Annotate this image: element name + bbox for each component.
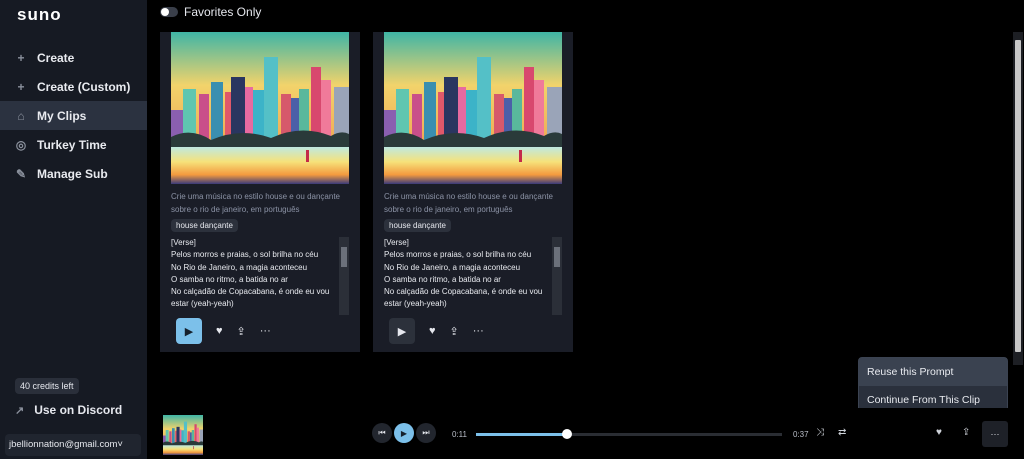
sidebar-item-create[interactable]: + Create [0, 43, 147, 72]
sidebar: suno + Create + Create (Custom) ⌂ My Clips … [0, 0, 147, 459]
sidebar-item-manage-sub[interactable]: ✎ Manage Sub [0, 159, 147, 188]
lyric-line: Pelos morros e praias, o sol brilha no c… [384, 250, 532, 260]
lyrics-box[interactable]: [Verse] Pelos morros e praias, o sol bril… [171, 237, 349, 315]
discord-link[interactable]: ↗ Use on Discord [15, 403, 122, 417]
account-dropdown[interactable]: jbellionnation@gmail.com˅ [5, 434, 141, 456]
lyric-line: [Verse] [171, 238, 196, 247]
lyrics-scrollbar[interactable] [339, 237, 349, 315]
lyric-line: estar (yeah-yeah) [171, 299, 234, 309]
more-options-button[interactable]: ··· [473, 325, 484, 337]
shuffle-icon[interactable]: ⤨ [816, 427, 824, 438]
play-icon: ▶ [184, 325, 194, 338]
lyric-line: O samba no ritmo, a batida no ar [171, 274, 288, 284]
progress-handle[interactable] [561, 429, 572, 439]
plus-icon: + [17, 50, 25, 65]
sidebar-item-my-clips[interactable]: ⌂ My Clips [0, 101, 147, 130]
lyric-line: estar (yeah-yeah) [384, 299, 447, 309]
style-tag: house dançante [171, 219, 238, 232]
suno-logo[interactable]: suno [17, 5, 62, 25]
account-email: jbellionnation@gmail.com [9, 439, 118, 450]
sidebar-item-turkey-time[interactable]: ◎ Turkey Time [0, 130, 147, 159]
lyrics-box[interactable]: [Verse] Pelos morros e praias, o sol bril… [384, 237, 562, 315]
previous-button[interactable]: ⏮ [372, 423, 392, 443]
clip-prompt: Crie uma música no estilo house e ou dan… [384, 192, 553, 214]
lyric-line: Pelos morros e praias, o sol brilha no c… [171, 250, 319, 260]
sidebar-nav: + Create + Create (Custom) ⌂ My Clips ◎ Turk… [0, 43, 147, 188]
play-button[interactable]: ▶ [389, 318, 415, 344]
now-playing-cover[interactable] [163, 415, 203, 455]
play-icon: ▶ [397, 325, 407, 338]
play-icon: ▶ [400, 428, 408, 438]
sidebar-item-create-custom[interactable]: + Create (Custom) [0, 72, 147, 101]
favorites-toggle[interactable] [160, 7, 178, 17]
share-icon[interactable]: ⇪ [962, 427, 970, 438]
home-icon: ⌂ [17, 108, 25, 123]
discord-label: Use on Discord [34, 403, 123, 417]
edit-icon: ✎ [15, 166, 27, 181]
favorites-filter[interactable]: Favorites Only [160, 5, 261, 19]
current-time: 0:11 [452, 430, 467, 439]
more-options-button[interactable]: ··· [260, 325, 271, 337]
sidebar-item-label: Create (Custom) [37, 79, 131, 94]
clip-cover-image[interactable] [171, 32, 349, 184]
clip-cover-image[interactable] [384, 32, 562, 184]
menu-item-reuse-prompt[interactable]: Reuse this Prompt [859, 358, 1007, 386]
sidebar-item-label: Manage Sub [37, 166, 108, 181]
clip-card[interactable]: Crie uma música no estilo house e ou dan… [373, 32, 573, 352]
lyric-line: No calçadão de Copacabana, é onde eu vou [384, 287, 543, 297]
lyric-line: No calçadão de Copacabana, é onde eu vou [171, 287, 330, 297]
next-button[interactable]: ⏭ [416, 423, 436, 443]
lyric-line: O samba no ritmo, a batida no ar [384, 274, 501, 284]
more-options-button[interactable]: ··· [982, 421, 1008, 447]
favorites-label: Favorites Only [184, 5, 262, 19]
style-tag: house dançante [384, 219, 451, 232]
play-button[interactable]: ▶ [176, 318, 202, 344]
lyric-line: No Rio de Janeiro, a magia aconteceu [171, 262, 308, 272]
sidebar-item-label: Create [37, 50, 75, 65]
lyrics-scrollbar[interactable] [552, 237, 562, 315]
share-icon[interactable]: ⇪ [237, 325, 246, 338]
progress-slider[interactable] [476, 429, 782, 439]
like-button[interactable]: ♥ [216, 325, 223, 337]
player-bar: ⏮ ▶ ⏭ 0:11 0:37 ⤨ ⇄ ♥ ⇪ ··· [147, 408, 1024, 459]
chevron-down-icon: ˅ [117, 439, 123, 450]
clip-card[interactable]: Crie uma música no estilo house e ou dan… [160, 32, 360, 352]
duration: 0:37 [793, 430, 809, 439]
lyric-line: No Rio de Janeiro, a magia aconteceu [384, 262, 521, 272]
clip-prompt: Crie uma música no estilo house e ou dan… [171, 192, 340, 214]
plus-icon: + [17, 79, 25, 94]
like-button[interactable]: ♥ [429, 325, 436, 337]
clip-context-menu: Reuse this Prompt Continue From This Cli… [858, 357, 1008, 415]
page-scrollbar[interactable] [1013, 32, 1023, 365]
like-button[interactable]: ♥ [936, 427, 942, 438]
play-button[interactable]: ▶ [394, 423, 414, 443]
credits-badge: 40 credits left [15, 378, 79, 394]
sidebar-item-label: My Clips [37, 108, 87, 123]
external-link-icon: ↗ [15, 404, 25, 417]
lyric-line: [Verse] [384, 238, 409, 247]
sidebar-item-label: Turkey Time [37, 137, 107, 152]
globe-icon: ◎ [15, 137, 27, 152]
share-icon[interactable]: ⇪ [450, 325, 459, 338]
repeat-icon[interactable]: ⇄ [838, 427, 846, 438]
